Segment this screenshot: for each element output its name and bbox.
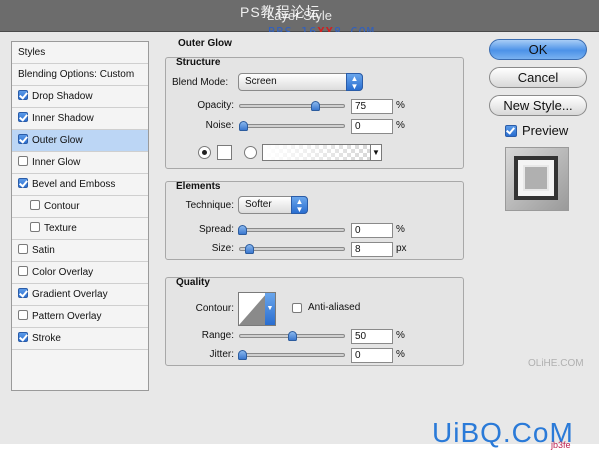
spread-label: Spread: [198, 224, 234, 235]
style-item-texture[interactable]: Texture [12, 218, 148, 240]
opacity-slider[interactable] [239, 101, 345, 111]
preview-thumbnail [505, 147, 569, 211]
noise-slider[interactable] [239, 121, 345, 131]
color-overlay-checkbox[interactable] [18, 266, 28, 277]
style-item-drop-shadow[interactable]: Drop Shadow [12, 86, 148, 108]
preview-checkbox[interactable] [505, 125, 517, 137]
quality-title: Quality [176, 277, 210, 288]
range-field[interactable]: 50 [351, 329, 393, 344]
inner-glow-checkbox[interactable] [18, 156, 28, 167]
anti-aliased-checkbox[interactable] [292, 303, 302, 313]
style-item-stroke[interactable]: Stroke [12, 328, 148, 350]
blend-mode-select[interactable]: Screen ▲ ▼ [238, 73, 363, 91]
texture-checkbox[interactable] [30, 222, 40, 233]
panel-title: Outer Glow [178, 38, 232, 49]
chevron-updown-icon: ▲ ▼ [346, 73, 363, 91]
bevel-emboss-checkbox[interactable] [18, 178, 28, 189]
chevron-updown-icon: ▲ ▼ [291, 196, 308, 214]
outer-glow-checkbox[interactable] [18, 134, 28, 145]
style-item-outer-glow[interactable]: Outer Glow [12, 130, 148, 152]
glow-gradient-picker[interactable]: ▼ [262, 144, 382, 161]
structure-group: Structure Blend Mode: Screen ▲ ▼ Opacity: … [165, 57, 464, 169]
size-field[interactable]: 8 [351, 242, 393, 257]
technique-select[interactable]: Softer ▲ ▼ [238, 196, 308, 214]
size-slider[interactable] [239, 244, 345, 254]
blend-mode-label: Blend Mode: [172, 77, 229, 88]
watermark-olihe: OLiHE.COM [528, 358, 584, 369]
contour-picker[interactable]: ▼ [238, 292, 276, 326]
styles-list: Styles Blending Options: Custom Drop Sha… [11, 41, 149, 391]
opacity-label: Opacity: [197, 100, 234, 111]
style-item-pattern-overlay[interactable]: Pattern Overlay [12, 306, 148, 328]
gradient-overlay-checkbox[interactable] [18, 288, 28, 299]
preview-label: Preview [522, 123, 569, 138]
range-unit: % [396, 330, 405, 341]
cancel-button[interactable]: Cancel [489, 67, 587, 88]
jitter-field[interactable]: 0 [351, 348, 393, 363]
preview-image [514, 156, 558, 200]
stroke-checkbox[interactable] [18, 332, 28, 343]
structure-title: Structure [176, 57, 221, 68]
elements-group: Elements Technique: Softer ▲ ▼ Spread: 0 %… [165, 181, 464, 260]
size-slider-thumb[interactable] [245, 244, 254, 254]
style-item-inner-glow[interactable]: Inner Glow [12, 152, 148, 174]
style-item-satin[interactable]: Satin [12, 240, 148, 262]
range-label: Range: [201, 330, 234, 341]
jitter-label: Jitter: [209, 349, 234, 360]
chevron-down-icon[interactable]: ▼ [370, 145, 381, 160]
inner-shadow-checkbox[interactable] [18, 112, 28, 123]
styles-header[interactable]: Styles [12, 42, 148, 64]
style-item-color-overlay[interactable]: Color Overlay [12, 262, 148, 284]
spread-slider[interactable] [238, 225, 345, 235]
gradient-radio[interactable] [244, 146, 257, 159]
watermark-uibq-sub: jb3fe [551, 440, 571, 450]
chevron-down-icon[interactable]: ▼ [265, 293, 275, 325]
size-label: Size: [211, 243, 234, 254]
contour-label: Contour: [195, 303, 234, 314]
glow-color-swatch[interactable] [217, 145, 232, 160]
ok-button[interactable]: OK [489, 39, 587, 60]
contour-checkbox[interactable] [30, 200, 40, 211]
noise-unit: % [396, 120, 405, 131]
range-slider-thumb[interactable] [288, 331, 297, 341]
opacity-unit: % [396, 100, 405, 111]
blending-options[interactable]: Blending Options: Custom [12, 64, 148, 86]
jitter-slider-thumb[interactable] [238, 350, 247, 360]
style-item-inner-shadow[interactable]: Inner Shadow [12, 108, 148, 130]
spread-field[interactable]: 0 [351, 223, 393, 238]
satin-checkbox[interactable] [18, 244, 28, 255]
size-unit: px [396, 243, 407, 254]
style-item-gradient-overlay[interactable]: Gradient Overlay [12, 284, 148, 306]
anti-aliased-label: Anti-aliased [308, 302, 361, 313]
noise-slider-thumb[interactable] [239, 121, 248, 131]
opacity-field[interactable]: 75 [351, 99, 393, 114]
spread-slider-thumb[interactable] [238, 225, 247, 235]
style-item-bevel-emboss[interactable]: Bevel and Emboss [12, 174, 148, 196]
range-slider[interactable] [239, 331, 345, 341]
quality-group: Quality Contour: ▼ Anti-aliased Range: 5… [165, 277, 464, 366]
technique-label: Technique: [185, 200, 234, 211]
pattern-overlay-checkbox[interactable] [18, 310, 28, 321]
watermark-top: PS教程论坛 [240, 4, 321, 20]
jitter-slider[interactable] [238, 350, 345, 360]
jitter-unit: % [396, 349, 405, 360]
drop-shadow-checkbox[interactable] [18, 90, 28, 101]
noise-field[interactable]: 0 [351, 119, 393, 134]
noise-label: Noise: [205, 120, 234, 131]
solid-color-radio[interactable] [198, 146, 211, 159]
elements-title: Elements [176, 181, 221, 192]
spread-unit: % [396, 224, 405, 235]
new-style-button[interactable]: New Style... [489, 95, 587, 116]
opacity-slider-thumb[interactable] [311, 101, 320, 111]
contour-curve-icon [239, 293, 267, 325]
style-item-contour[interactable]: Contour [12, 196, 148, 218]
layer-style-dialog: Styles Blending Options: Custom Drop Sha… [0, 32, 599, 444]
